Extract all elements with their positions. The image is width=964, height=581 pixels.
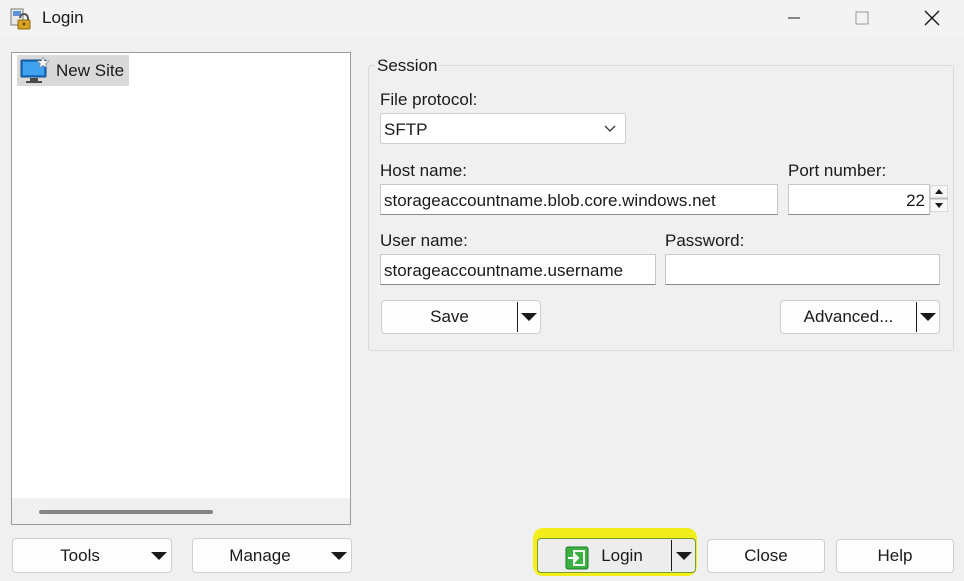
host-name-field[interactable]: storageaccountname.blob.core.windows.net: [380, 184, 778, 215]
advanced-button[interactable]: Advanced...: [780, 300, 940, 334]
maximize-button[interactable]: [830, 0, 894, 36]
file-protocol-label: File protocol:: [380, 90, 478, 109]
scrollbar-thumb[interactable]: [39, 510, 213, 514]
minimize-button[interactable]: [762, 0, 826, 36]
window-title: Login: [42, 8, 84, 27]
user-name-value: storageaccountname.username: [384, 261, 624, 280]
close-button[interactable]: Close: [707, 539, 825, 573]
file-protocol-select[interactable]: SFTP: [380, 113, 626, 144]
dropdown-arrow-icon: [151, 551, 167, 560]
user-name-field[interactable]: storageaccountname.username: [380, 254, 656, 285]
winscp-lock-icon: [10, 8, 31, 30]
chevron-down-icon: [604, 125, 616, 132]
tools-dropdown-arrow[interactable]: [147, 539, 171, 572]
maximize-icon: [855, 11, 869, 25]
site-item-new-site[interactable]: New Site: [17, 55, 129, 86]
close-window-button[interactable]: [900, 0, 964, 36]
port-number-value: 22: [906, 191, 925, 210]
port-number-label: Port number:: [788, 161, 887, 180]
login-dropdown-arrow[interactable]: [672, 539, 696, 572]
new-site-monitor-icon: [20, 57, 50, 83]
advanced-dropdown-arrow[interactable]: [917, 301, 939, 333]
login-icon: [565, 546, 589, 570]
user-name-label: User name:: [380, 231, 468, 250]
site-tree[interactable]: New Site: [11, 52, 351, 525]
tools-button[interactable]: Tools: [12, 538, 172, 573]
session-group-label: Session: [375, 56, 440, 76]
host-name-label: Host name:: [380, 161, 467, 180]
tools-button-label: Tools: [60, 545, 100, 565]
minimize-icon: [788, 17, 800, 19]
close-button-label: Close: [744, 546, 788, 565]
help-button[interactable]: Help: [836, 539, 954, 573]
password-label: Password:: [665, 231, 745, 250]
save-button[interactable]: Save: [381, 300, 541, 334]
login-button-label: Login: [601, 545, 643, 565]
horizontal-scrollbar[interactable]: [12, 498, 350, 524]
title-bar: Login: [0, 0, 964, 38]
file-protocol-value: SFTP: [384, 120, 428, 139]
save-dropdown-arrow[interactable]: [518, 301, 540, 333]
dropdown-arrow-icon: [676, 551, 692, 560]
manage-dropdown-arrow[interactable]: [327, 539, 351, 572]
save-button-label: Save: [430, 307, 469, 326]
host-name-value: storageaccountname.blob.core.windows.net: [384, 191, 716, 210]
dropdown-arrow-icon: [331, 551, 347, 560]
manage-button-label: Manage: [229, 545, 291, 565]
manage-button[interactable]: Manage: [192, 538, 352, 573]
login-button[interactable]: Login: [537, 538, 696, 573]
password-field[interactable]: [665, 254, 940, 285]
help-button-label: Help: [877, 546, 913, 565]
port-spinner[interactable]: [930, 185, 948, 212]
port-number-field[interactable]: 22: [788, 184, 930, 215]
dropdown-arrow-icon: [521, 313, 537, 321]
site-item-label: New Site: [56, 61, 125, 80]
advanced-button-label: Advanced...: [803, 307, 894, 326]
dropdown-arrow-icon: [920, 313, 936, 321]
close-icon: [924, 10, 940, 26]
